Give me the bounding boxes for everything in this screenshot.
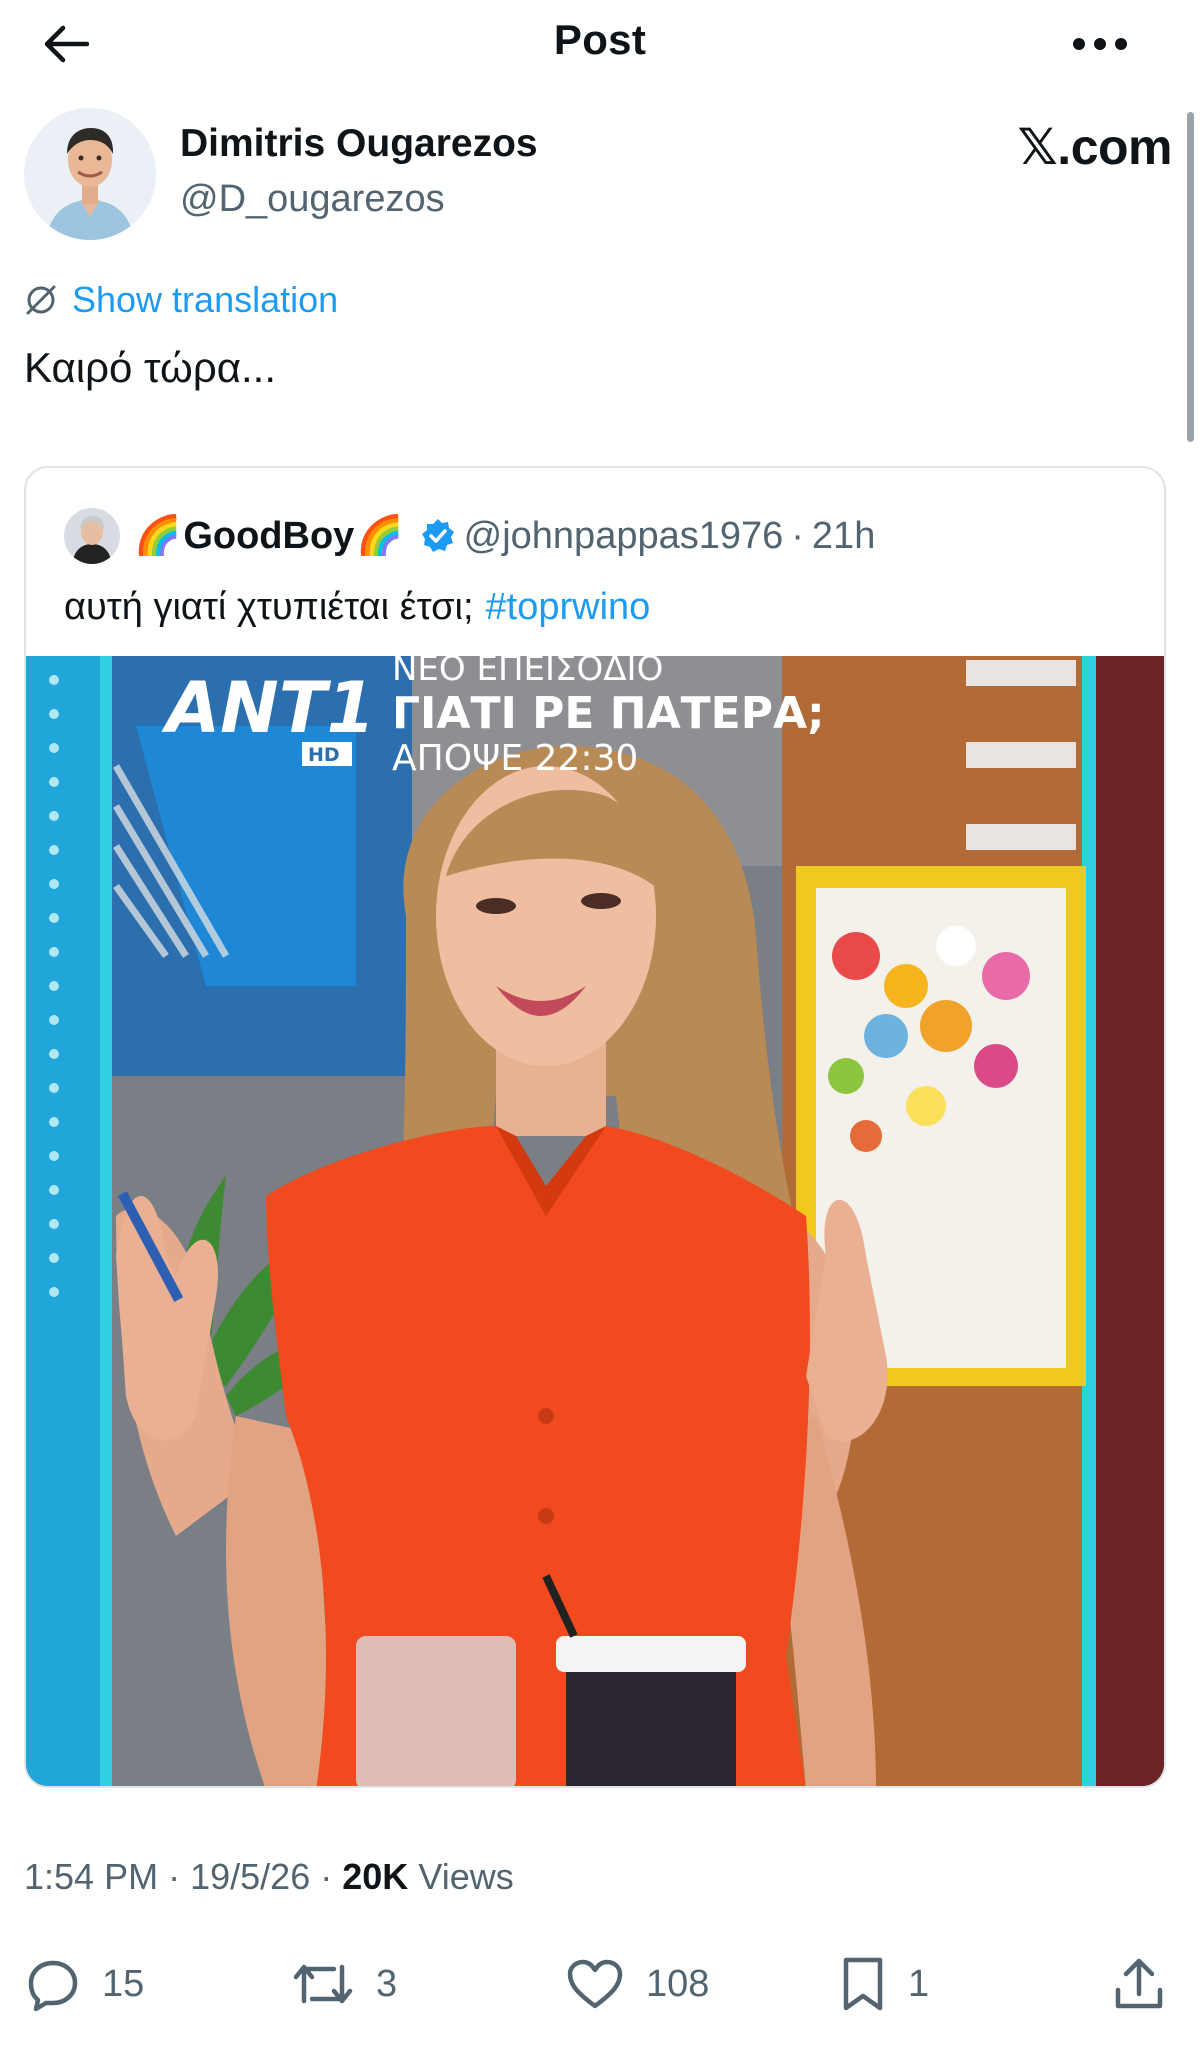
quoted-author-avatar-image	[64, 508, 120, 564]
overlay-airtime: ΑΠΟΨΕ 22:30	[392, 738, 638, 779]
action-bar: 15 3 108 1	[0, 1944, 1200, 2024]
show-translation-button[interactable]: Show translation	[24, 276, 338, 324]
overlay-new-episode: ΝΕΟ ΕΠΕΙΣΟΔΙΟ	[392, 656, 663, 689]
quoted-author-avatar[interactable]	[64, 508, 120, 564]
quoted-media-image[interactable]: ANT1 HD ΝΕΟ ΕΠΕΙΣΟΔΙΟ ΓΙΑΤΙ ΡΕ ΠΑΤΕΡΑ; Α…	[26, 656, 1164, 1786]
bookmark-count: 1	[908, 1962, 930, 2005]
post-date[interactable]: 19/5/26	[190, 1856, 310, 1897]
hashtag-link[interactable]: #toprwino	[486, 586, 651, 628]
quoted-post-header: 🌈 GoodBoy 🌈 @johnpappas1976 · 21h	[64, 506, 875, 566]
quoted-text-body: αυτή γιατί χτυπιέται έτσι;	[64, 586, 474, 628]
author-handle[interactable]: @D_ougarezos	[180, 178, 445, 221]
reply-count: 15	[102, 1962, 145, 2005]
bookmark-button[interactable]: 1	[840, 1954, 929, 2014]
author-name[interactable]: Dimitris Ougarezos	[180, 122, 538, 166]
share-button[interactable]	[1112, 1954, 1166, 2014]
translate-icon	[26, 285, 56, 315]
views-count: 20K	[342, 1856, 409, 1897]
like-count: 108	[646, 1962, 710, 2005]
rainbow-emoji-right: 🌈	[356, 515, 404, 557]
author-avatar-image	[24, 108, 156, 240]
like-button[interactable]: 108	[566, 1954, 709, 2014]
post-text: Καιρό τώρα...	[24, 344, 276, 391]
share-icon	[1115, 1958, 1163, 2009]
svg-text:ANT1: ANT1	[161, 667, 375, 749]
top-bar: Post	[0, 0, 1200, 90]
overlay-show-title: ΓΙΑΤΙ ΡΕ ΠΑΤΕΡΑ;	[392, 688, 825, 739]
author-avatar[interactable]	[24, 108, 156, 240]
quoted-post-time[interactable]: 21h	[812, 515, 875, 558]
heart-icon	[567, 1959, 623, 2009]
bookmark-icon	[843, 1957, 883, 2011]
post-meta: 1:54 PM · 19/5/26 · 20K Views	[24, 1856, 514, 1898]
repost-count: 3	[376, 1962, 398, 2005]
quoted-post[interactable]: 🌈 GoodBoy 🌈 @johnpappas1976 · 21h αυτή γ…	[24, 466, 1166, 1788]
repost-icon	[293, 1964, 353, 2004]
reply-icon	[28, 1960, 78, 2011]
quoted-author-handle[interactable]: @johnpappas1976	[464, 515, 784, 558]
scrollbar[interactable]	[1187, 112, 1194, 442]
site-watermark: 𝕏.com	[1017, 119, 1173, 175]
reply-button[interactable]: 15	[26, 1954, 144, 2014]
repost-button[interactable]: 3	[292, 1954, 397, 2014]
verified-badge-icon	[420, 518, 456, 554]
views-label: Views	[418, 1856, 514, 1897]
svg-text:HD: HD	[308, 744, 340, 766]
tv-show-screenshot: ANT1 HD ΝΕΟ ΕΠΕΙΣΟΔΙΟ ΓΙΑΤΙ ΡΕ ΠΑΤΕΡΑ; Α…	[26, 656, 1164, 1786]
separator-dot: ·	[168, 1856, 181, 1897]
more-horizontal-icon	[1073, 38, 1127, 50]
show-translation-label: Show translation	[72, 279, 339, 320]
post-author: Dimitris Ougarezos @D_ougarezos 𝕏.com	[24, 108, 1174, 240]
more-options-button[interactable]	[1068, 20, 1132, 68]
separator-dot: ·	[320, 1856, 333, 1897]
quoted-author-name[interactable]: GoodBoy	[183, 515, 354, 558]
post-time[interactable]: 1:54 PM	[24, 1856, 158, 1897]
separator-dot: ·	[791, 514, 804, 557]
page-title: Post	[553, 16, 647, 63]
rainbow-emoji-left: 🌈	[134, 515, 182, 557]
quoted-post-text: αυτή γιατί χτυπιέται έτσι; #toprwino	[64, 586, 650, 629]
